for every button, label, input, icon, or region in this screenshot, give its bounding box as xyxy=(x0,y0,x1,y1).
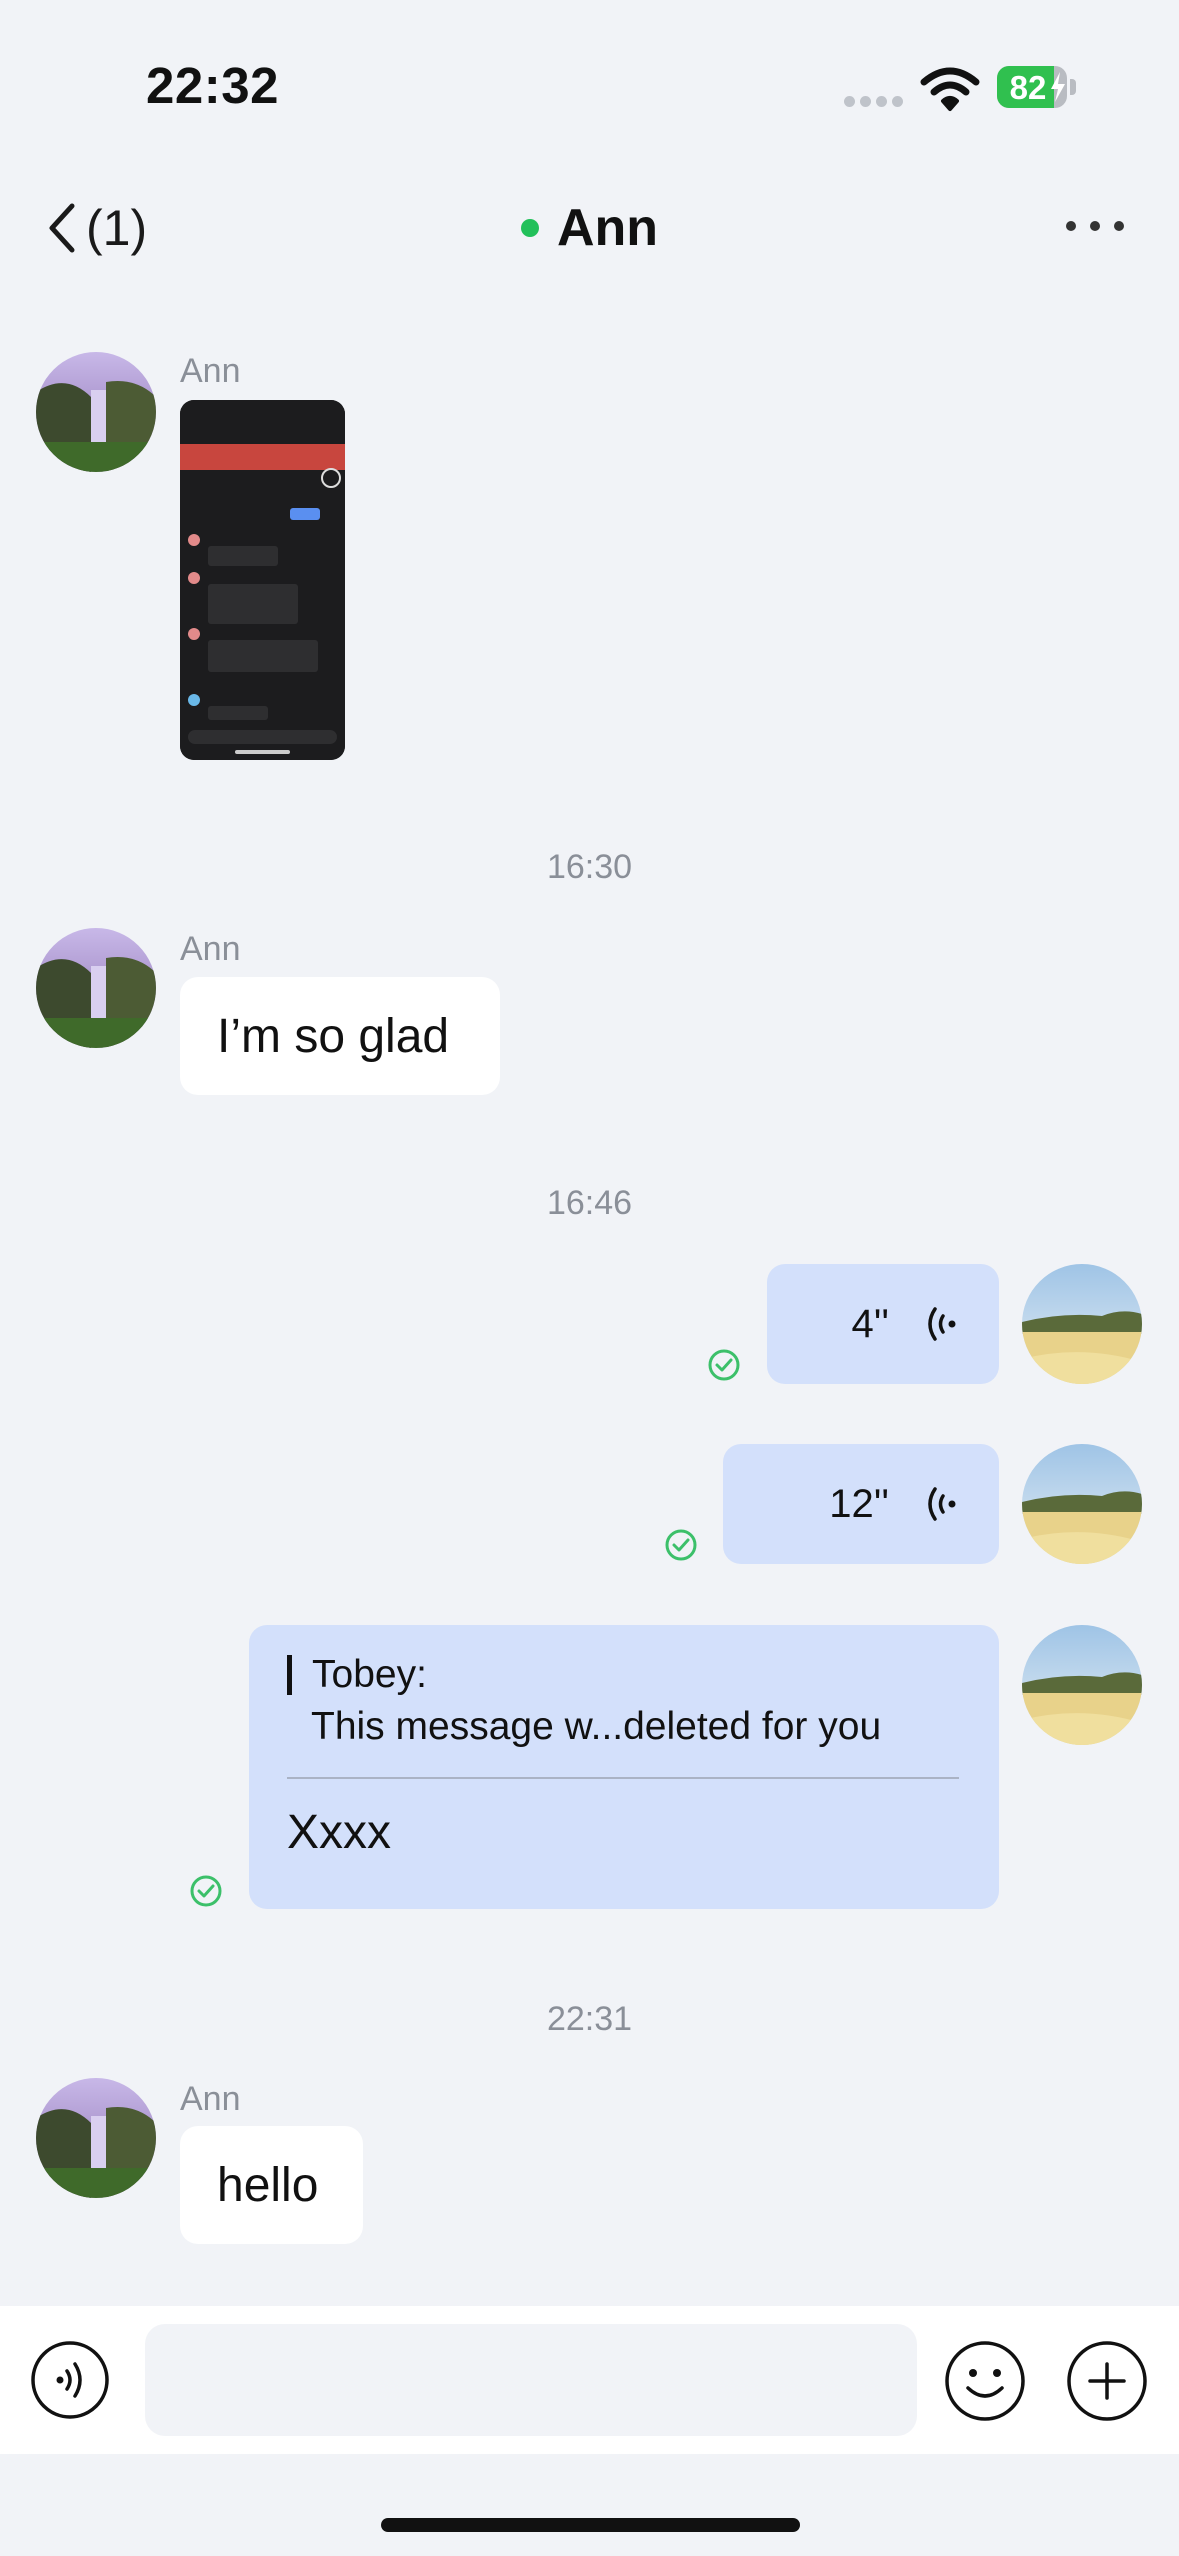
incoming-message-bubble[interactable]: hello xyxy=(180,2126,363,2244)
my-avatar[interactable] xyxy=(1022,1264,1142,1384)
read-check-icon xyxy=(708,1349,740,1381)
more-options-button[interactable] xyxy=(1066,218,1124,234)
chat-title: Ann xyxy=(0,196,1179,260)
voice-wave-icon xyxy=(928,1307,956,1341)
chevron-left-icon xyxy=(49,203,75,253)
quoted-sender: Tobey: xyxy=(287,1655,959,1695)
timestamp-separator: 22:31 xyxy=(546,2000,633,2038)
sender-name: Ann xyxy=(180,2080,241,2118)
wifi-icon xyxy=(920,64,980,112)
read-check-icon xyxy=(190,1875,222,1907)
battery-charging-icon: 82 xyxy=(997,66,1077,108)
reply-message-bubble[interactable]: Tobey: This message w...deleted for you … xyxy=(249,1625,999,1909)
unread-count: (1) xyxy=(86,200,148,256)
message-text: hello xyxy=(217,2158,319,2212)
quoted-text: This message w...deleted for you xyxy=(311,1705,882,1748)
timestamp-separator: 16:30 xyxy=(546,848,633,886)
message-text: I’m so glad xyxy=(217,1009,450,1063)
home-indicator[interactable] xyxy=(381,2518,800,2532)
online-status-dot xyxy=(520,219,539,237)
voice-wave-icon xyxy=(928,1487,956,1521)
quote-divider xyxy=(287,1777,959,1779)
back-button[interactable]: (1) xyxy=(44,196,147,260)
voice-duration: 4'' xyxy=(851,1301,889,1346)
voice-duration: 12'' xyxy=(829,1481,889,1526)
read-check-icon xyxy=(665,1529,697,1561)
message-input[interactable] xyxy=(145,2324,917,2436)
sender-name: Ann xyxy=(180,352,241,390)
contact-name: Ann xyxy=(556,199,659,257)
message-text: Xxxx xyxy=(287,1806,392,1859)
sender-name: Ann xyxy=(180,930,241,968)
voice-input-icon[interactable] xyxy=(30,2340,110,2420)
ann-avatar[interactable] xyxy=(36,2078,156,2198)
incoming-message-bubble[interactable]: I’m so glad xyxy=(180,977,500,1095)
ann-avatar[interactable] xyxy=(36,928,156,1048)
signal-dots-icon xyxy=(844,96,904,108)
screenshot-image[interactable] xyxy=(180,400,345,760)
my-avatar[interactable] xyxy=(1022,1625,1142,1745)
voice-message-bubble[interactable]: 12'' xyxy=(723,1444,999,1564)
status-time: 22:32 xyxy=(146,57,279,114)
timestamp-separator: 16:46 xyxy=(546,1184,633,1222)
ann-avatar[interactable] xyxy=(36,352,156,472)
emoji-icon[interactable] xyxy=(944,2340,1026,2422)
my-avatar[interactable] xyxy=(1022,1444,1142,1564)
plus-icon[interactable] xyxy=(1066,2340,1148,2422)
voice-message-bubble[interactable]: 4'' xyxy=(767,1264,999,1384)
